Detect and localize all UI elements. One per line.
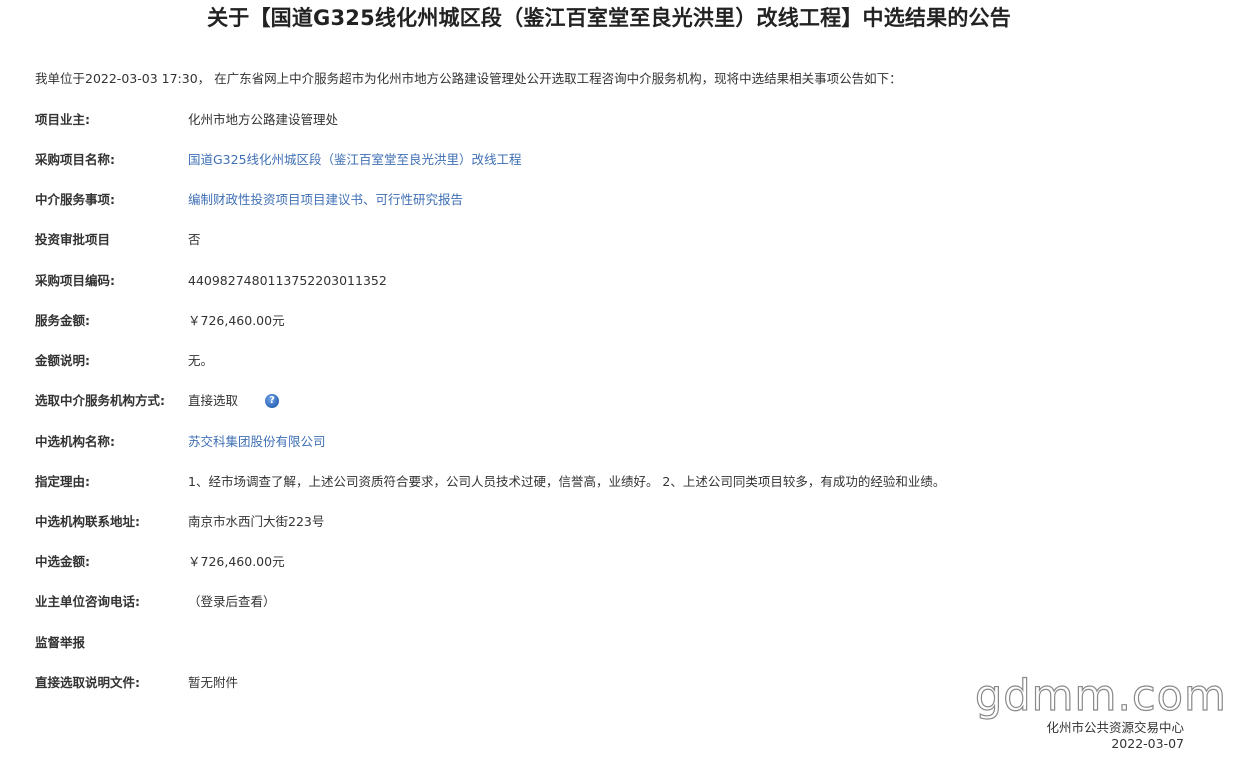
field-label: 金额说明: <box>35 353 90 368</box>
field-value: 南京市水西门大街223号 <box>188 514 325 529</box>
field-label: 中选金额: <box>35 554 90 569</box>
field-value: 无。 <box>188 353 214 368</box>
field-label: 中选机构名称: <box>35 434 115 449</box>
login-to-view-link[interactable]: （登录后查看） <box>188 592 276 612</box>
field-value: 否 <box>188 232 201 247</box>
field-label: 选取中介服务机构方式: <box>35 393 165 408</box>
field-value: 44098274801137522030113​52 <box>188 273 387 288</box>
footer-date: 2022-03-07 <box>1111 736 1184 751</box>
field-label: 采购项目名称: <box>35 152 115 167</box>
field-label: 监督举报 <box>35 635 86 650</box>
field-value: 暂无附件 <box>188 675 239 690</box>
selected-agency-link[interactable]: 苏交科集团股份有限公司 <box>188 432 326 452</box>
question-help-icon[interactable]: ? <box>265 394 279 408</box>
field-value: 化州市地方公路建设管理处 <box>188 112 339 127</box>
field-label: 中介服务事项: <box>35 192 115 207</box>
service-item-link[interactable]: 编制财政性投资项目项目建议书、可行性研究报告 <box>188 190 463 210</box>
field-value: 1、经市场调查了解，上述公司资质符合要求，公司人员技术过硬，信誉高，业绩好。 2… <box>188 474 946 489</box>
field-value: 直接选取 <box>188 393 239 408</box>
field-value: ￥726,460.00元 <box>188 554 285 569</box>
field-label: 投资审批项目 <box>35 232 111 247</box>
field-label: 采购项目编码: <box>35 273 115 288</box>
page-title: 关于【国道G325线化州城区段（鉴江百室堂至良光洪里）改线工程】中选结果的公告 <box>207 6 1011 30</box>
intro-paragraph: 我单位于2022-03-03 17:30， 在广东省网上中介服务超市为化州市地方… <box>35 71 902 86</box>
field-label: 直接选取说明文件: <box>35 675 140 690</box>
field-label: 服务金额: <box>35 313 90 328</box>
field-label: 项目业主: <box>35 112 90 127</box>
footer-organization: 化州市公共资源交易中心 <box>1046 720 1184 735</box>
project-name-link[interactable]: 国道G325线化州城区段（鉴江百室堂至良光洪里）改线工程 <box>188 150 522 170</box>
field-label: 业主单位咨询电话: <box>35 594 140 609</box>
field-value: ￥726,460.00元 <box>188 313 285 328</box>
watermark-logo: gdmm.com <box>974 671 1227 721</box>
field-label: 指定理由: <box>35 474 90 489</box>
field-label: 中选机构联系地址: <box>35 514 140 529</box>
